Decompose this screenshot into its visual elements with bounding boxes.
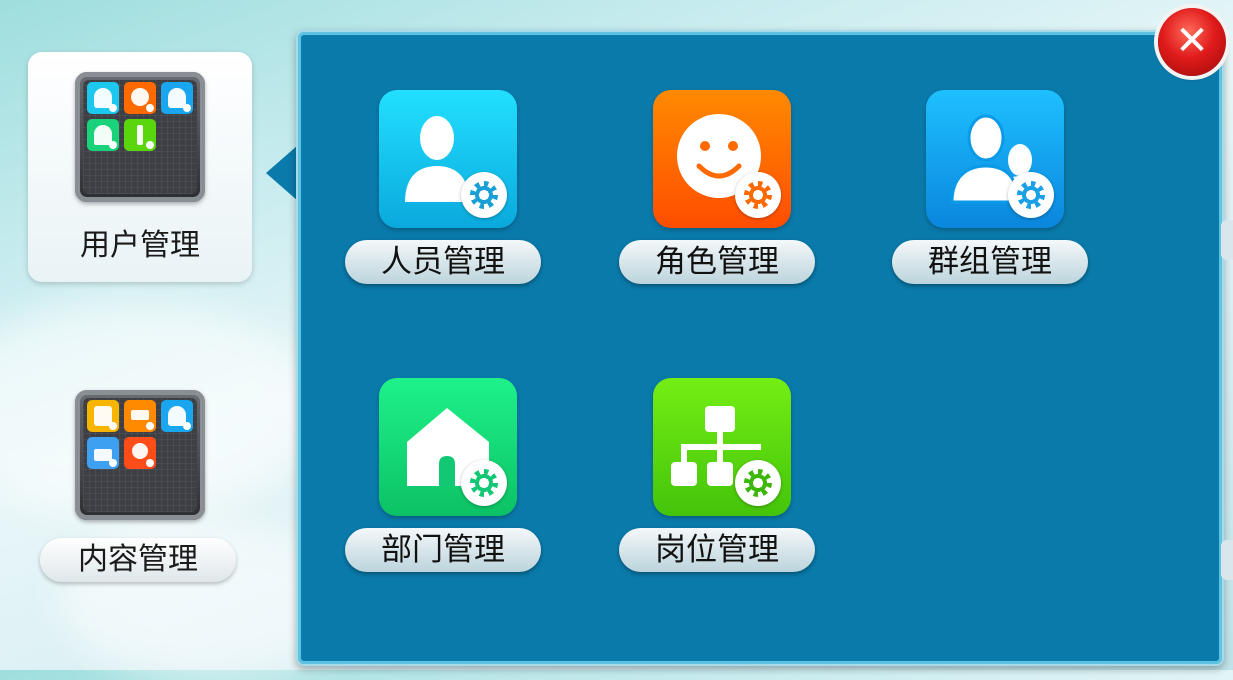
app-position-management[interactable]: 岗位管理 <box>619 378 819 578</box>
app-personnel-management[interactable]: 人员管理 <box>345 90 545 290</box>
org-chart-settings-icon <box>653 378 791 516</box>
panel-edge-tab <box>1221 540 1233 580</box>
app-label: 岗位管理 <box>619 528 815 572</box>
app-label: 部门管理 <box>345 528 541 572</box>
category-label: 内容管理 <box>40 538 236 582</box>
smiley-settings-icon <box>653 90 791 228</box>
folder-icon <box>75 390 205 520</box>
close-button[interactable]: ✕ <box>1158 8 1226 76</box>
group-settings-icon <box>926 90 1064 228</box>
app-department-management[interactable]: 部门管理 <box>345 378 545 578</box>
app-role-management[interactable]: 角色管理 <box>619 90 819 290</box>
category-content-management[interactable]: 内容管理 <box>28 388 252 588</box>
app-label: 群组管理 <box>892 240 1088 284</box>
panel-pointer <box>266 145 298 201</box>
panel-edge-tab <box>1221 220 1233 260</box>
close-icon: ✕ <box>1175 18 1209 64</box>
category-label: 用户管理 <box>80 228 200 263</box>
app-group-management[interactable]: 群组管理 <box>892 90 1092 290</box>
app-label: 人员管理 <box>345 240 541 284</box>
folder-icon <box>75 72 205 202</box>
house-settings-icon <box>379 378 517 516</box>
app-label: 角色管理 <box>619 240 815 284</box>
category-user-management[interactable]: 用户管理 <box>28 52 252 282</box>
person-settings-icon <box>379 90 517 228</box>
